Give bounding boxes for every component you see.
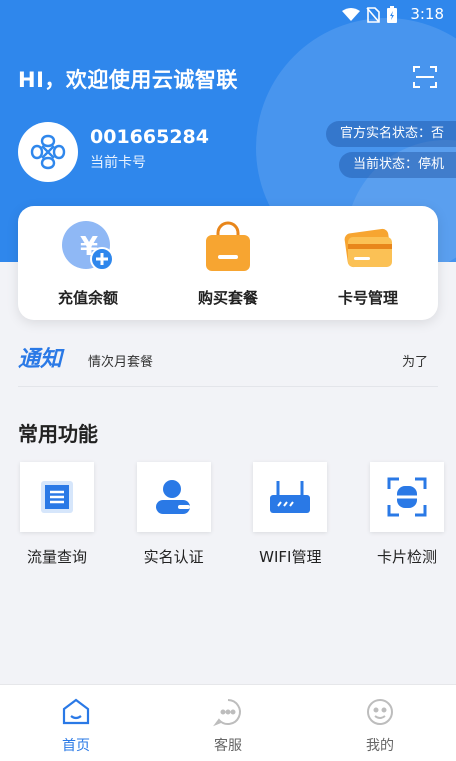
- common-functions-grid: 流量查询 实名认证 WIFI管理 卡片检测: [18, 462, 446, 567]
- realname-verify-tile: [136, 462, 211, 532]
- no-sim-icon: [366, 7, 380, 23]
- buy-package-button[interactable]: 购买套餐: [168, 219, 288, 308]
- card-detect-label: 卡片检测: [376, 548, 437, 566]
- profile-icon: [367, 699, 393, 725]
- wifi-icon: [342, 8, 360, 21]
- scan-button[interactable]: [412, 64, 438, 90]
- scan-icon: [413, 66, 437, 88]
- home-icon: [62, 698, 90, 725]
- current-state-badge: 当前状态：停机: [338, 152, 456, 178]
- notice-bar[interactable]: 通知 情次月套餐 为了: [18, 335, 438, 385]
- tab-profile[interactable]: 我的: [330, 685, 430, 761]
- wifi-management-label: WIFI管理: [259, 548, 322, 566]
- wifi-management-tile: [253, 462, 328, 532]
- tab-home-label: 首页: [62, 738, 90, 754]
- card-icon: [344, 228, 392, 267]
- status-icons: [342, 6, 398, 24]
- bottom-tab-bar: 首页 客服 我的: [0, 684, 456, 761]
- realname-verify-label: 实名认证: [143, 548, 204, 566]
- status-bar: 3:18: [0, 0, 456, 30]
- quick-actions-card: ¥ 充值余额 购买套餐 卡号管理: [18, 206, 438, 320]
- buy-package-label: 购买套餐: [197, 288, 258, 307]
- data-query-icon: [41, 481, 73, 513]
- wifi-management-button[interactable]: WIFI管理: [251, 462, 329, 567]
- welcome-title: HI，欢迎使用云诚智联: [18, 68, 238, 92]
- realname-verify-button[interactable]: 实名认证: [135, 462, 213, 567]
- id-verify-icon: [155, 480, 190, 514]
- tab-customer-service-label: 客服: [214, 738, 242, 754]
- recharge-label: 充值余额: [57, 288, 118, 307]
- scan-card-icon: [387, 477, 427, 517]
- card-management-label: 卡号管理: [337, 288, 398, 307]
- operator-logo: [18, 122, 78, 182]
- tab-customer-service[interactable]: 客服: [178, 685, 278, 761]
- recharge-button[interactable]: ¥ 充值余额: [28, 219, 148, 308]
- tab-profile-label: 我的: [366, 738, 394, 754]
- card-detect-button[interactable]: 卡片检测: [368, 462, 446, 567]
- data-query-tile: [20, 462, 94, 532]
- notice-text-right: 为了: [401, 355, 428, 370]
- tab-home[interactable]: 首页: [26, 685, 126, 761]
- data-query-label: 流量查询: [26, 548, 87, 566]
- card-management-button[interactable]: 卡号管理: [308, 219, 428, 308]
- data-query-button[interactable]: 流量查询: [18, 462, 96, 567]
- recharge-icon: ¥: [62, 220, 114, 271]
- router-icon: [270, 481, 311, 513]
- battery-icon: [387, 6, 397, 23]
- card-number: 001665284: [90, 126, 209, 148]
- clock: 3:18: [410, 5, 444, 23]
- china-unicom-logo-icon: [30, 134, 66, 170]
- chat-icon: [213, 699, 241, 727]
- realname-status-badge: 官方实名状态：否: [325, 121, 456, 147]
- card-detect-tile: [369, 462, 444, 532]
- shopping-bag-icon: [206, 221, 250, 271]
- notice-text: 情次月套餐: [88, 355, 154, 370]
- common-functions-title: 常用功能: [18, 422, 98, 446]
- divider: [18, 386, 438, 387]
- card-number-label: 当前卡号: [90, 155, 146, 171]
- notice-tag: 通知: [18, 347, 63, 372]
